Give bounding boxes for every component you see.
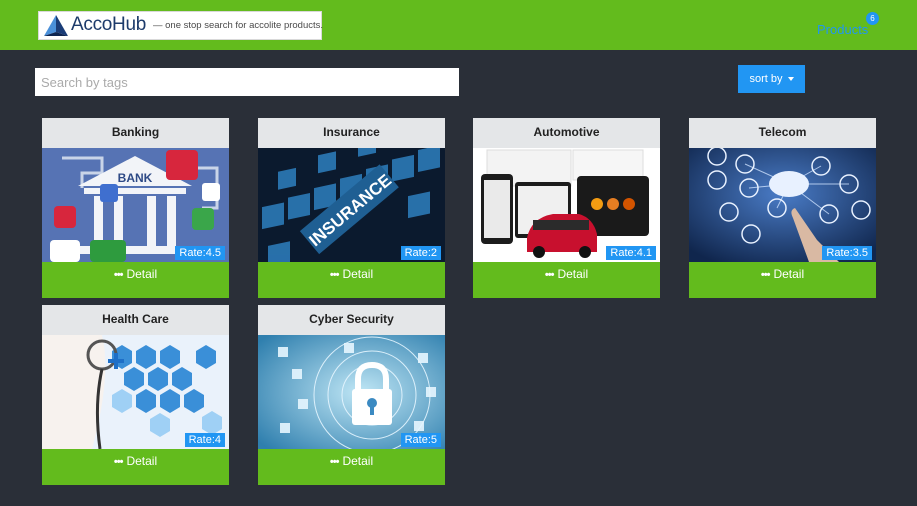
detail-label: Detail [126, 454, 158, 468]
search-input[interactable] [35, 68, 459, 96]
rating-badge: Rate:5 [400, 433, 441, 447]
card-title: Health Care [42, 305, 229, 335]
more-dots-icon: ••• [760, 269, 771, 281]
rating-badge: Rate:3.5 [822, 246, 872, 260]
detail-button[interactable]: ••• Detail [473, 262, 660, 298]
detail-label: Detail [342, 454, 374, 468]
more-dots-icon: ••• [113, 456, 124, 468]
detail-button[interactable]: ••• Detail [689, 262, 876, 298]
top-navbar: AccoHub — one stop search for accolite p… [0, 0, 917, 50]
card-title: Banking [42, 118, 229, 148]
detail-button[interactable]: ••• Detail [258, 262, 445, 298]
insurance-tiles-image: INSURANCE [258, 148, 445, 262]
card-title: Automotive [473, 118, 660, 148]
rating-badge: Rate:4.5 [175, 246, 225, 260]
svg-text:BANK: BANK [118, 171, 153, 185]
more-dots-icon: ••• [329, 456, 340, 468]
accohub-logo[interactable]: AccoHub — one stop search for accolite p… [38, 11, 324, 40]
detail-label: Detail [342, 267, 374, 281]
products-link[interactable]: Products [817, 22, 868, 37]
product-card-health-care[interactable]: Health Care Rate:4 ••• Detail [42, 305, 229, 485]
detail-button[interactable]: ••• Detail [42, 449, 229, 485]
detail-label: Detail [126, 267, 158, 281]
stethoscope-hexagons-image [42, 335, 229, 449]
bank-illustration-image: BANK [42, 148, 229, 262]
product-card-automotive[interactable]: Automotive Rate:4.1 ••• Detail [473, 118, 660, 298]
sort-by-dropdown[interactable]: sort by [738, 65, 805, 93]
caret-down-icon [787, 77, 794, 81]
detail-label: Detail [557, 267, 589, 281]
sort-by-label: sort by [749, 73, 783, 85]
more-dots-icon: ••• [329, 269, 340, 281]
card-title: Insurance [258, 118, 445, 148]
car-dashboard-image [473, 148, 660, 262]
product-card-insurance[interactable]: Insurance INSURANCE Rate:2 ••• Detail [258, 118, 445, 298]
rating-badge: Rate:4.1 [606, 246, 656, 260]
detail-label: Detail [773, 267, 805, 281]
detail-button[interactable]: ••• Detail [42, 262, 229, 298]
card-title: Telecom [689, 118, 876, 148]
logo-name: AccoHub [71, 14, 146, 35]
more-dots-icon: ••• [544, 269, 555, 281]
product-card-banking[interactable]: Banking BANK Rate:4.5 ••• Detail [42, 118, 229, 298]
rating-badge: Rate:2 [400, 246, 441, 260]
cloud-network-image [689, 148, 876, 262]
product-card-cyber-security[interactable]: Cyber Security Rate:5 ••• Detail [258, 305, 445, 485]
padlock-circuit-image [258, 335, 445, 449]
rating-badge: Rate:4 [184, 433, 225, 447]
product-card-telecom[interactable]: Telecom Rate:3.5 ••• Detail [689, 118, 876, 298]
more-dots-icon: ••• [113, 269, 124, 281]
products-count-badge: 6 [866, 12, 879, 25]
detail-button[interactable]: ••• Detail [258, 449, 445, 485]
card-title: Cyber Security [258, 305, 445, 335]
logo-pyramid-icon [44, 15, 68, 36]
logo-tagline: — one stop search for accolite products. [153, 20, 324, 31]
